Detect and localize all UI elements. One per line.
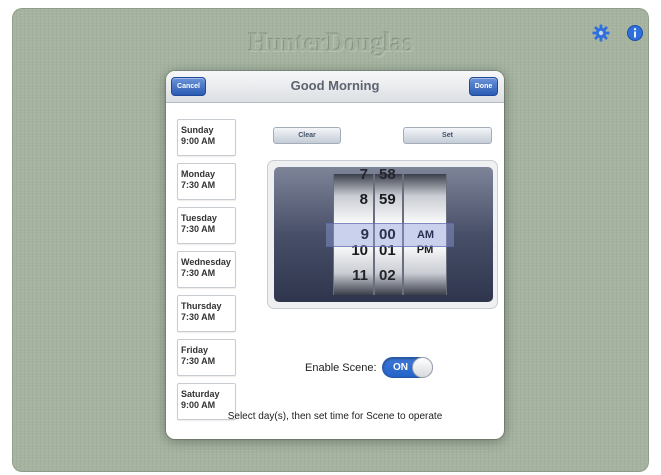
settings-button[interactable]	[590, 22, 612, 44]
day-name: Wednesday	[181, 257, 231, 267]
day-wednesday[interactable]: Wednesday 7:30 AM	[177, 251, 236, 288]
day-name: Friday	[181, 345, 209, 355]
day-name: Sunday	[181, 125, 214, 135]
dialog-title: Good Morning	[290, 78, 380, 93]
minute-value: 58	[379, 167, 396, 183]
toggle-knob	[412, 357, 433, 378]
hour-value: 7	[359, 167, 368, 183]
day-time: 7:30 AM	[181, 224, 216, 234]
day-name: Saturday	[181, 389, 220, 399]
info-button[interactable]	[624, 22, 646, 44]
scene-schedule-dialog: Cancel Good Morning Done Sunday 9:00 AM …	[166, 71, 504, 439]
set-button[interactable]: Set	[403, 127, 492, 144]
brand-logo: HunterDouglas	[248, 28, 413, 57]
toggle-state: ON	[393, 362, 408, 373]
day-time: 7:30 AM	[181, 356, 216, 366]
day-monday[interactable]: Monday 7:30 AM	[177, 163, 236, 200]
day-time: 7:30 AM	[181, 180, 216, 190]
time-picker-body: 7 8 10 11 58 59 01 02 PM 9 00 AM	[274, 167, 493, 302]
minute-value: 59	[379, 191, 396, 208]
instruction-text: Select day(s), then set time for Scene t…	[227, 411, 443, 422]
selected-period: AM	[416, 229, 435, 241]
day-name: Tuesday	[181, 213, 217, 223]
day-time: 7:30 AM	[181, 312, 216, 322]
day-tuesday[interactable]: Tuesday 7:30 AM	[177, 207, 236, 244]
day-time: 9:00 AM	[181, 400, 216, 410]
gear-icon	[592, 24, 610, 42]
clear-button[interactable]: Clear	[273, 127, 341, 144]
enable-scene-label: Enable Scene:	[305, 362, 377, 374]
day-friday[interactable]: Friday 7:30 AM	[177, 339, 236, 376]
hour-value: 11	[352, 267, 368, 284]
day-thursday[interactable]: Thursday 7:30 AM	[177, 295, 236, 332]
day-sunday[interactable]: Sunday 9:00 AM	[177, 119, 236, 156]
hour-value: 8	[359, 191, 368, 208]
day-time: 9:00 AM	[181, 136, 216, 146]
day-time: 7:30 AM	[181, 268, 216, 278]
info-icon	[627, 25, 643, 41]
done-button[interactable]: Done	[469, 77, 498, 96]
time-picker: 7 8 10 11 58 59 01 02 PM 9 00 AM	[267, 160, 498, 309]
selected-minute: 00	[379, 226, 396, 243]
day-name: Monday	[181, 169, 216, 179]
selected-hour: 9	[360, 226, 369, 243]
minute-value: 02	[379, 267, 396, 284]
enable-scene-toggle[interactable]: ON	[382, 357, 433, 378]
dialog-header: Cancel Good Morning Done	[166, 71, 504, 103]
day-name: Thursday	[181, 301, 222, 311]
